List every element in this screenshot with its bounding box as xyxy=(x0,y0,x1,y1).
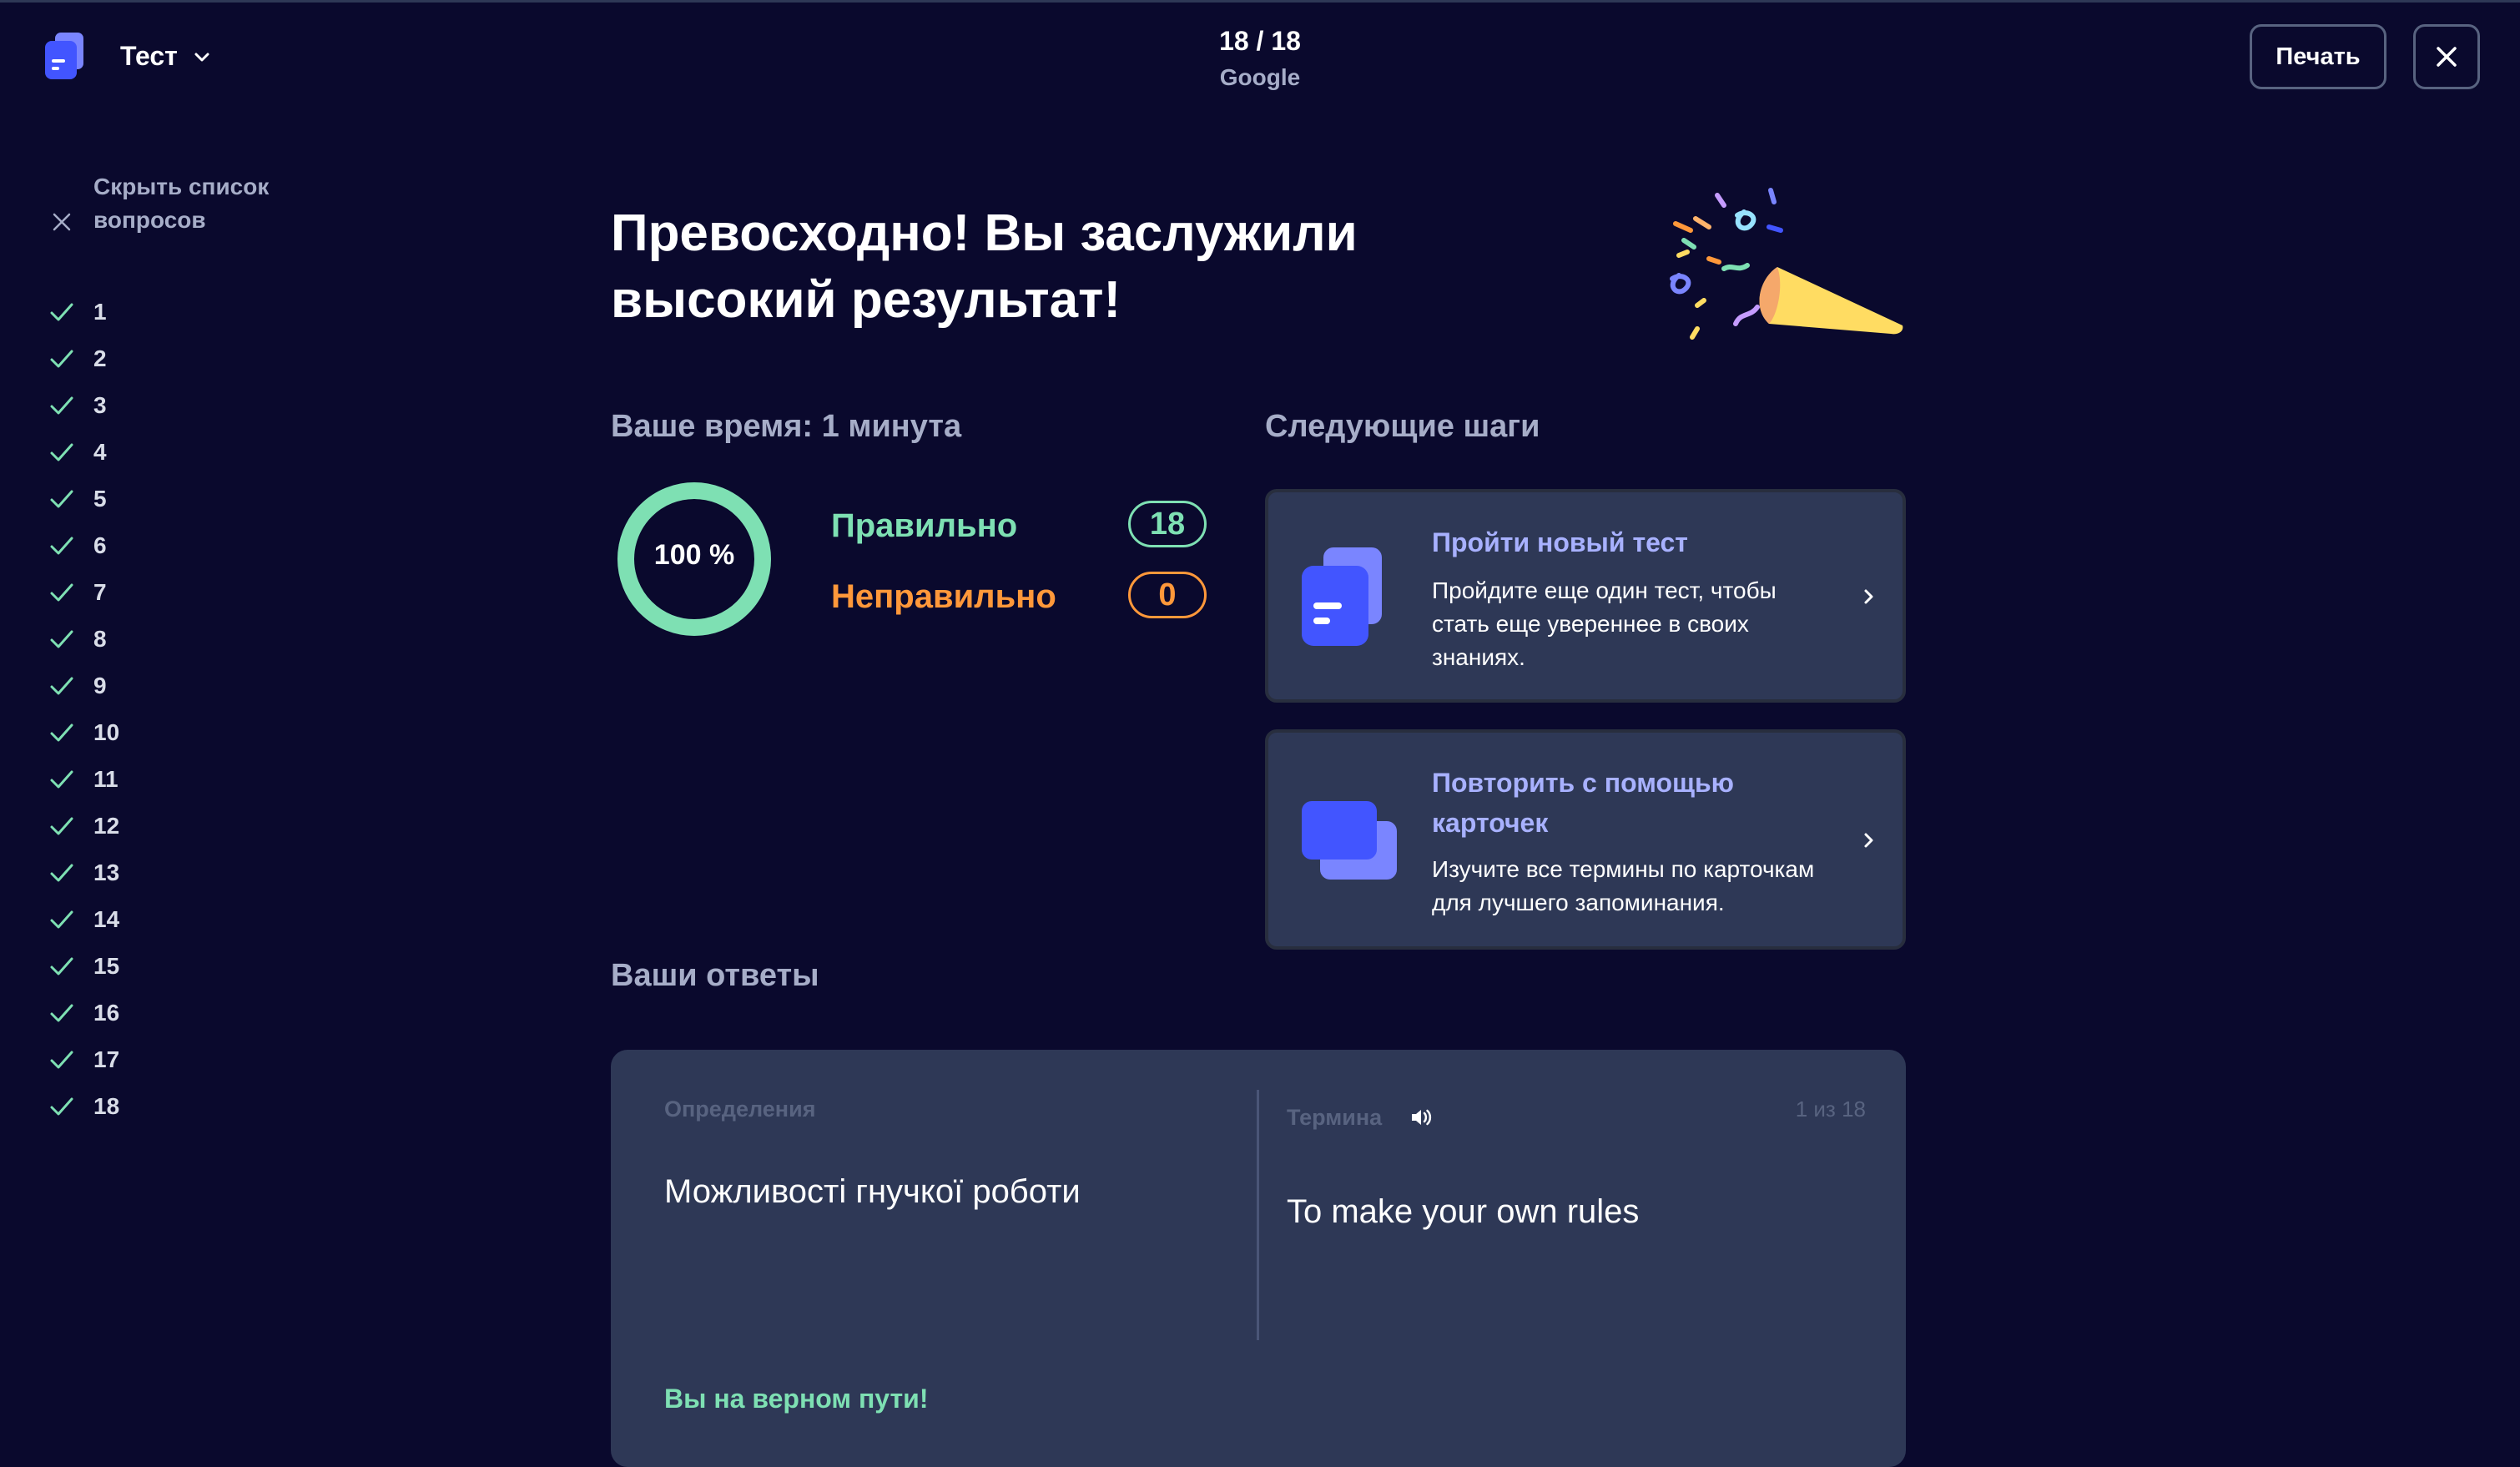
question-item[interactable]: 10 xyxy=(48,709,119,756)
incorrect-row: Неправильно 0 xyxy=(831,572,1207,622)
term-label: Термина xyxy=(1287,1105,1383,1130)
question-item[interactable]: 1 xyxy=(48,289,119,335)
question-item[interactable]: 8 xyxy=(48,616,119,663)
check-icon xyxy=(50,1004,73,1022)
definition-text: Можливості гнучкої роботи xyxy=(664,1173,1081,1210)
question-item[interactable]: 14 xyxy=(48,896,119,943)
correct-count: 18 xyxy=(1128,501,1207,547)
check-icon xyxy=(50,537,73,555)
correct-label: Правильно xyxy=(831,507,1018,544)
answer-card: Определения Можливості гнучкої роботи Те… xyxy=(611,1050,1906,1467)
audio-icon[interactable] xyxy=(1409,1105,1434,1130)
question-number: 5 xyxy=(93,486,107,512)
close-button[interactable] xyxy=(2413,24,2480,89)
question-number: 10 xyxy=(93,719,120,745)
question-number: 13 xyxy=(93,860,120,885)
score-percent: 100 % xyxy=(653,539,735,571)
flashcards-desc: Изучите все термины по карточкам для луч… xyxy=(1432,856,1815,915)
test-icon xyxy=(1302,547,1382,646)
question-list: 1 2 3 4 5 6 7 8 9 10 11 12 13 14 15 16 17 18 xyxy=(48,289,119,1130)
question-item[interactable]: 13 xyxy=(48,849,119,896)
check-icon xyxy=(50,864,73,882)
chevron-right-icon xyxy=(1864,589,1873,604)
flashcards-title: Повторить с помощью карточек xyxy=(1432,768,1734,838)
question-item[interactable]: 16 xyxy=(48,990,119,1036)
term-text: To make your own rules xyxy=(1287,1193,1640,1230)
check-icon xyxy=(50,910,73,929)
definition-label: Определения xyxy=(664,1096,816,1122)
check-icon xyxy=(50,1051,73,1069)
question-item[interactable]: 7 xyxy=(48,569,119,616)
question-number: 14 xyxy=(93,906,120,932)
question-item[interactable]: 17 xyxy=(48,1036,119,1083)
hide-list-label: Скрыть список вопросов xyxy=(93,174,270,233)
divider xyxy=(1257,1090,1259,1340)
chevron-right-icon xyxy=(1864,833,1873,848)
new-test-title: Пройти новый тест xyxy=(1432,527,1688,557)
set-title: Google xyxy=(1219,64,1301,90)
question-item[interactable]: 9 xyxy=(48,663,119,709)
question-item[interactable]: 12 xyxy=(48,803,119,849)
close-icon xyxy=(53,213,71,231)
question-number: 1 xyxy=(93,299,107,325)
question-number: 16 xyxy=(93,1000,120,1026)
question-number: 6 xyxy=(93,532,107,558)
print-button[interactable]: Печать xyxy=(2250,24,2386,89)
question-item[interactable]: 4 xyxy=(48,429,119,476)
question-number: 17 xyxy=(93,1046,120,1072)
check-icon xyxy=(50,817,73,835)
check-icon xyxy=(50,677,73,695)
check-icon xyxy=(50,957,73,975)
question-number: 12 xyxy=(93,813,120,839)
correct-row: Правильно 18 xyxy=(831,501,1207,551)
answers-title: Ваши ответы xyxy=(611,958,819,993)
check-icon xyxy=(50,770,73,789)
check-icon xyxy=(50,350,73,368)
question-number: 4 xyxy=(93,439,107,465)
flashcards-icon xyxy=(1302,801,1397,880)
new-test-card[interactable]: Пройти новый тест Пройдите еще один тест… xyxy=(1265,489,1906,703)
result-title: Превосходно! Вы заслужили высокий резуль… xyxy=(611,204,1358,329)
question-item[interactable]: 15 xyxy=(48,943,119,990)
question-item[interactable]: 11 xyxy=(48,756,119,803)
question-number: 8 xyxy=(93,626,107,652)
question-number: 9 xyxy=(93,673,107,698)
question-item[interactable]: 5 xyxy=(48,476,119,522)
new-test-desc: Пройдите еще один тест, чтобы стать еще … xyxy=(1432,577,1777,670)
question-item[interactable]: 3 xyxy=(48,382,119,429)
progress-count: 18 / 18 xyxy=(1219,26,1301,56)
check-icon xyxy=(50,303,73,321)
check-icon xyxy=(50,1097,73,1116)
question-number: 15 xyxy=(93,953,120,979)
flashcards-card[interactable]: Повторить с помощью карточек Изучите все… xyxy=(1265,729,1906,950)
question-number: 2 xyxy=(93,345,107,371)
answer-counter: 1 из 18 xyxy=(1795,1096,1866,1122)
question-item[interactable]: 2 xyxy=(48,335,119,382)
question-item[interactable]: 18 xyxy=(48,1083,119,1130)
check-icon xyxy=(50,723,73,742)
incorrect-label: Неправильно xyxy=(831,578,1056,615)
incorrect-count: 0 xyxy=(1128,572,1207,618)
top-bar: Тест 18 / 18 Google Печать xyxy=(0,0,2520,108)
check-icon xyxy=(50,443,73,461)
question-number: 11 xyxy=(93,766,118,792)
question-number: 7 xyxy=(93,579,107,605)
next-steps-title: Следующие шаги xyxy=(1265,409,1540,444)
party-popper-icon xyxy=(1670,188,1903,340)
check-icon xyxy=(50,630,73,648)
question-item[interactable]: 6 xyxy=(48,522,119,569)
question-number: 3 xyxy=(93,392,107,418)
question-number: 18 xyxy=(93,1093,120,1119)
feedback-text: Вы на верном пути! xyxy=(664,1384,929,1414)
time-label: Ваше время: 1 минута xyxy=(611,409,962,444)
check-icon xyxy=(50,396,73,415)
check-icon xyxy=(50,583,73,602)
check-icon xyxy=(50,490,73,508)
close-icon xyxy=(2437,47,2457,67)
